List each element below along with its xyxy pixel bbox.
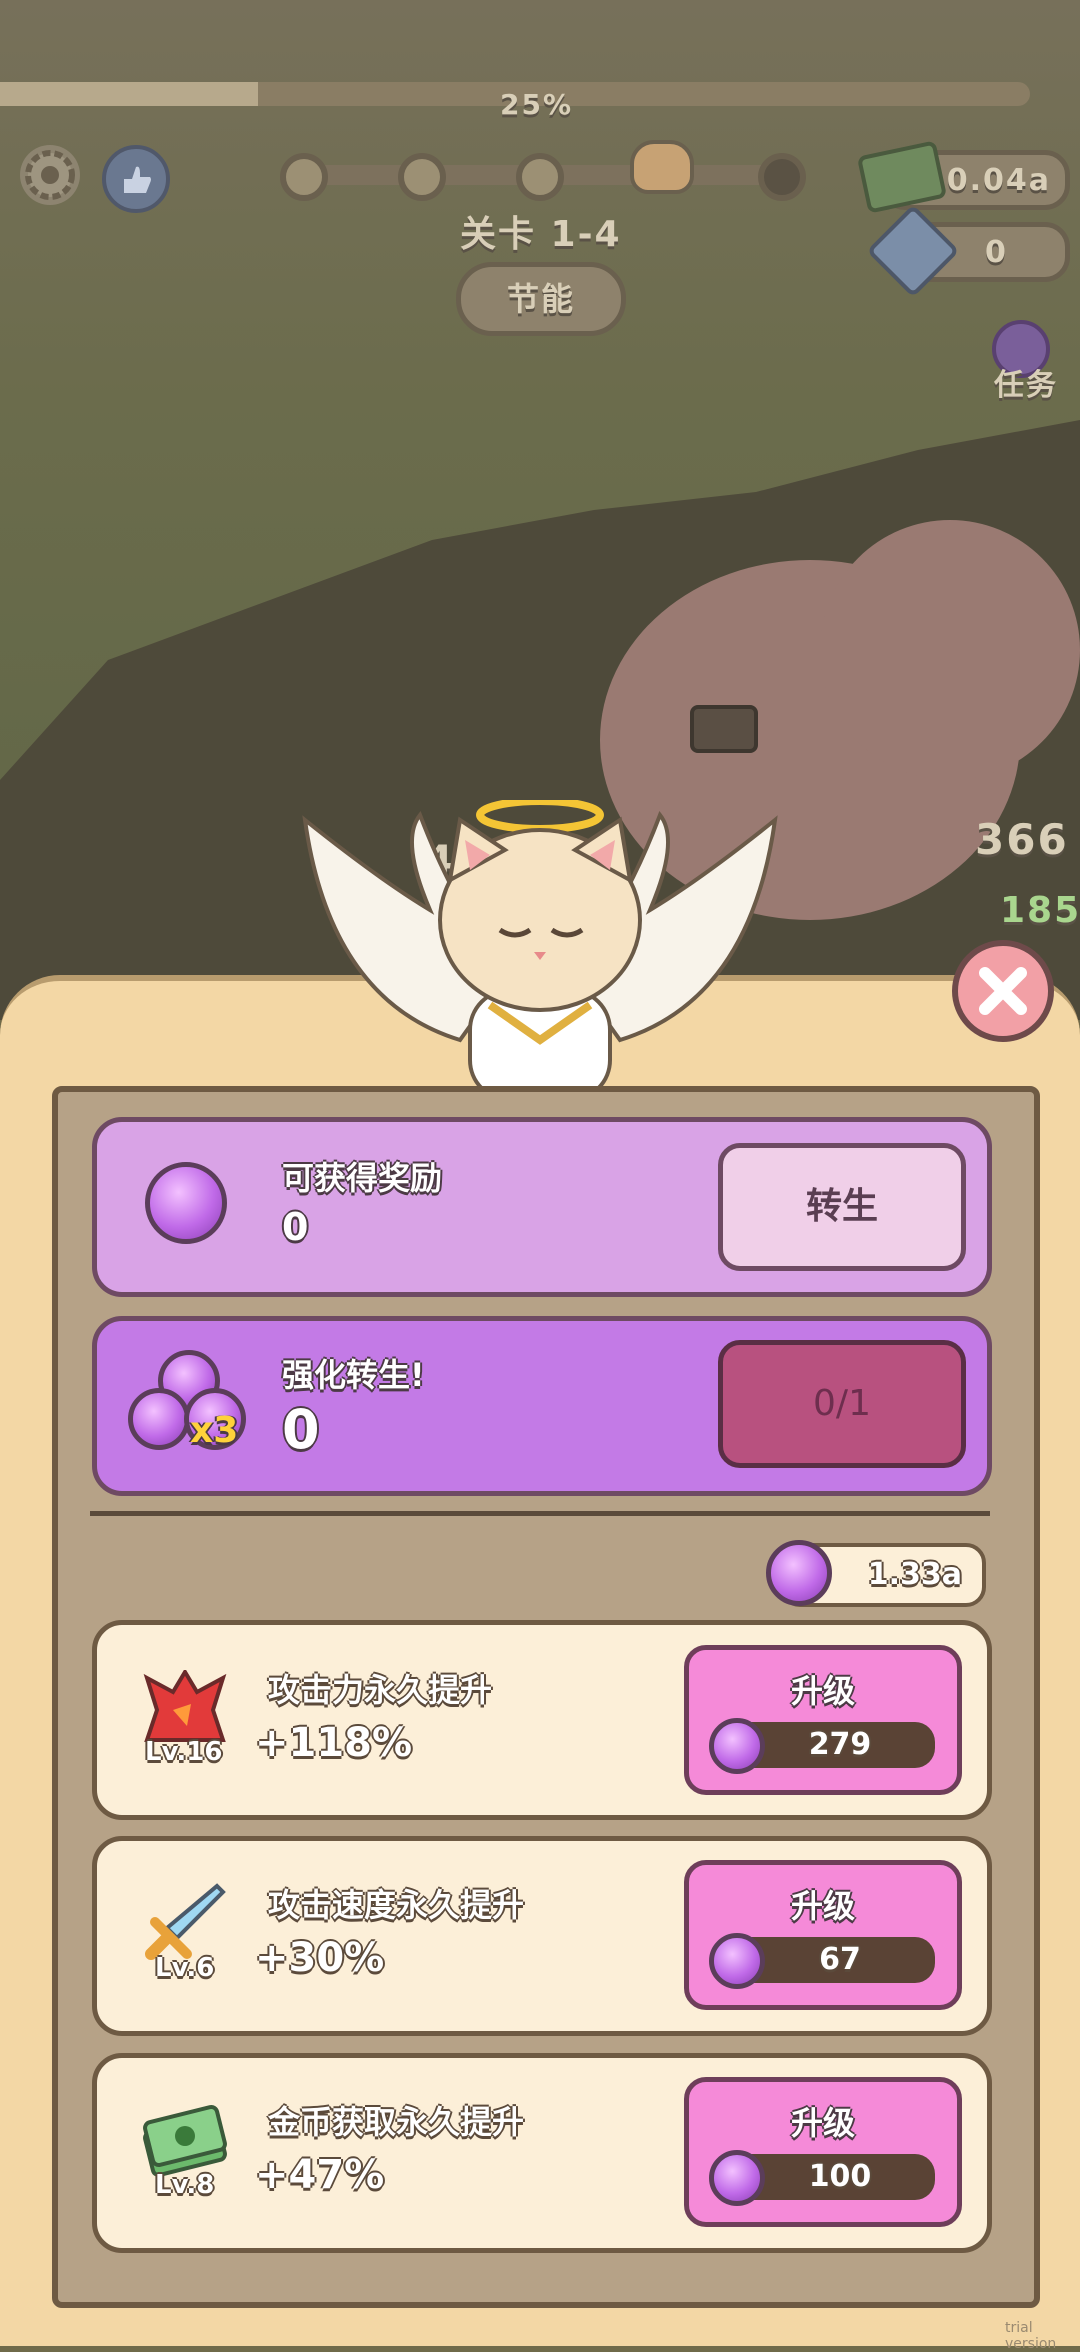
gem-icon: [128, 1388, 190, 1450]
background-tree: [820, 520, 1080, 780]
upgrade-level: Lv.16: [145, 1737, 223, 1767]
enemy-hp-text: 366: [975, 815, 1069, 864]
gem-icon: [709, 1718, 765, 1774]
rebirth-button-label: 转生: [805, 1186, 878, 1227]
stage-node: [516, 153, 564, 201]
gem-icon: [145, 1162, 227, 1244]
enhanced-value: 0: [282, 1398, 320, 1461]
upgrade-level: Lv.8: [155, 2170, 215, 2200]
enemy-hp-bar: [690, 705, 758, 753]
enhanced-label: 强化转生!: [282, 1356, 425, 1394]
diamond-value: 0: [985, 235, 1008, 270]
upgrade-name: 攻击力永久提升: [268, 1671, 493, 1709]
stage-node: [280, 153, 328, 201]
rebirth-button[interactable]: 转生: [718, 1143, 966, 1271]
upgrade-button[interactable]: 升级 279: [684, 1645, 962, 1795]
watermark: trial version: [1005, 2320, 1057, 2352]
divider: [90, 1511, 990, 1516]
enhanced-button-label: 0/1: [813, 1383, 871, 1424]
upgrade-name: 攻击速度永久提升: [268, 1886, 525, 1924]
upgrade-button-label: 升级: [790, 2104, 855, 2142]
stage-title: 关卡 1-4: [460, 214, 622, 255]
upgrade-button-label: 升级: [790, 1887, 855, 1925]
gem-balance-value: 1.33a: [867, 1557, 962, 1592]
stage-node: [398, 153, 446, 201]
like-icon[interactable]: [102, 145, 170, 213]
enhanced-rebirth-button[interactable]: 0/1: [718, 1340, 966, 1468]
cat-marker-icon: [630, 140, 694, 194]
close-icon: [979, 967, 1027, 1015]
upgrade-level: Lv.6: [155, 1953, 215, 1983]
cash-icon: [140, 2100, 230, 2180]
upgrade-button[interactable]: 升级 67: [684, 1860, 962, 2010]
angel-cat-illustration: [290, 797, 790, 1102]
upgrade-button[interactable]: 升级 100: [684, 2077, 962, 2227]
boss-node: [758, 153, 806, 201]
gem-icon: [709, 1933, 765, 1989]
wave-progress-label: 25%: [500, 88, 574, 121]
reward-label: 可获得奖励: [282, 1159, 443, 1197]
upgrade-button-label: 升级: [790, 1672, 855, 1710]
task-label[interactable]: 任务: [994, 360, 1058, 404]
upgrade-bonus: +118%: [255, 1720, 413, 1766]
gear-icon[interactable]: [20, 145, 80, 205]
close-button[interactable]: [952, 940, 1054, 1042]
power-save-button[interactable]: 节能: [456, 262, 626, 336]
wave-progress-fill: [0, 82, 258, 106]
damage-text: 185: [1000, 890, 1080, 931]
reward-value: 0: [282, 1205, 309, 1249]
upgrade-bonus: +30%: [255, 1935, 385, 1981]
upgrade-bonus: +47%: [255, 2152, 385, 2198]
multiplier-badge: x3: [190, 1410, 239, 1451]
gem-icon: [766, 1540, 832, 1606]
upgrade-name: 金币获取永久提升: [268, 2103, 525, 2141]
sword-icon: [143, 1882, 227, 1962]
attack-icon: [143, 1668, 227, 1746]
gem-icon: [709, 2150, 765, 2206]
power-save-label: 节能: [506, 280, 575, 318]
